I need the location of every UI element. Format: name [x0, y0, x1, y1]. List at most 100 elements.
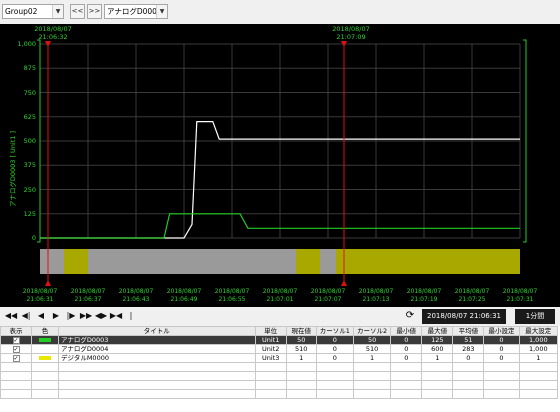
- step-back-button[interactable]: ◀|: [19, 309, 33, 323]
- prev-item-button[interactable]: <<: [70, 4, 85, 19]
- next-item-button[interactable]: >>: [87, 4, 102, 19]
- row-current: 510: [285, 344, 317, 354]
- row-min-setting: 0: [483, 353, 520, 363]
- empty-row: [0, 380, 559, 390]
- cursor1-timestamp: 2018/08/07 21:06:32: [23, 25, 83, 41]
- chevron-down-icon[interactable]: ▼: [52, 5, 63, 18]
- y-axis-bracket-right: [523, 39, 527, 243]
- digital-band-segment: [64, 249, 88, 274]
- table-cell: [352, 380, 392, 390]
- row-cursor2: 510: [352, 344, 392, 354]
- column-header[interactable]: 平均値: [452, 326, 485, 336]
- table-cell: [421, 362, 454, 372]
- column-header[interactable]: カーソル2: [352, 326, 392, 336]
- item-select[interactable]: アナログD0003 ▼: [104, 4, 168, 19]
- table-cell: [0, 389, 33, 399]
- table-cell: [390, 389, 423, 399]
- table-cell: [452, 389, 485, 399]
- table-cell: [31, 335, 59, 345]
- visible-checkbox[interactable]: ✓: [12, 336, 20, 344]
- column-header[interactable]: タイトル: [57, 326, 256, 336]
- row-max-setting: 1,000: [518, 335, 559, 345]
- column-header[interactable]: 現在値: [285, 326, 317, 336]
- y-tick-label: 500: [23, 137, 36, 145]
- table-header-row: 表示色タイトル 単位 現在値 カーソル1 カーソル2 最小値 最大値 平均値 最小設定 最大設定: [0, 326, 559, 336]
- interval-select[interactable]: 1分間: [515, 309, 555, 324]
- cursor2-timestamp: 2018/08/07 21:07:09: [321, 25, 381, 41]
- table-cell: [31, 371, 59, 381]
- table-cell: [483, 380, 520, 390]
- top-toolbar: Group02 ▼ << >> アナログD0003 ▼: [0, 0, 560, 24]
- cursor2-date: 2018/08/07: [332, 25, 370, 33]
- table-cell: [483, 362, 520, 372]
- row-min: 0: [390, 335, 423, 345]
- table-cell: [390, 362, 423, 372]
- digital-band-segment: [296, 249, 320, 274]
- play-button[interactable]: ▶: [49, 309, 63, 323]
- column-header[interactable]: カーソル1: [315, 326, 354, 336]
- group-select[interactable]: Group02 ▼: [2, 4, 64, 19]
- x-tick-label: 2018/08/07 21:07:07: [310, 288, 346, 303]
- x-tick-label: 2018/08/07 21:07:01: [262, 288, 298, 303]
- play-back-button[interactable]: ◀: [34, 309, 48, 323]
- row-current: 50: [285, 335, 317, 345]
- row-max-setting: 1: [518, 353, 559, 363]
- table-cell: [315, 362, 354, 372]
- x-tick-label: 2018/08/07 21:06:49: [166, 288, 202, 303]
- color-swatch[interactable]: [39, 356, 51, 360]
- table-cell: [352, 362, 392, 372]
- color-swatch[interactable]: [39, 338, 51, 342]
- y-axis-bracket-left: [37, 39, 41, 243]
- column-header[interactable]: 最小設定: [483, 326, 520, 336]
- row-unit: Unit2: [254, 344, 287, 354]
- table-cell: [483, 389, 520, 399]
- datetime-display[interactable]: 2018/08/07 21:06:31: [422, 309, 506, 324]
- rewind-fast-button[interactable]: ◀◀: [4, 309, 18, 323]
- table-cell: ✓: [0, 344, 33, 354]
- table-cell: [57, 380, 256, 390]
- column-header[interactable]: 単位: [254, 326, 287, 336]
- x-tick-label: 2018/08/07 21:07:25: [454, 288, 490, 303]
- row-cursor2: 50: [352, 335, 392, 345]
- table-cell: [518, 389, 559, 399]
- cursor1-bottom-marker: [45, 280, 51, 286]
- visible-checkbox[interactable]: ✓: [12, 354, 20, 362]
- table-cell: [0, 371, 33, 381]
- visible-checkbox[interactable]: ✓: [12, 345, 20, 353]
- chevron-down-icon[interactable]: ▼: [156, 5, 167, 18]
- table-cell: [254, 380, 287, 390]
- x-tick-label: 2018/08/07 21:06:37: [70, 288, 106, 303]
- refresh-icon[interactable]: ⟳: [403, 309, 417, 323]
- table-cell: [421, 380, 454, 390]
- table-cell: [352, 389, 392, 399]
- fit-button[interactable]: |◀▶|: [124, 309, 139, 334]
- trend-chart[interactable]: 2018/08/07 21:06:32 2018/08/07 21:07:09 …: [0, 24, 560, 307]
- item-select-value: アナログD0003: [107, 7, 162, 16]
- zoom-in-button[interactable]: ◀▶: [94, 309, 108, 323]
- table-cell: [452, 371, 485, 381]
- row-max: 1: [421, 353, 454, 363]
- table-cell: [421, 389, 454, 399]
- row-max-setting: 1,000: [518, 344, 559, 354]
- column-header[interactable]: 最大設定: [518, 326, 559, 336]
- table-cell: [518, 362, 559, 372]
- table-cell: ✓: [0, 353, 33, 363]
- zoom-out-button[interactable]: ▶◀: [109, 309, 123, 323]
- empty-row: [0, 371, 559, 381]
- row-title: アナログD0004: [57, 344, 256, 354]
- table-row[interactable]: ✓ デジタルM0000 Unit3 1 0 1 0 1 0 0 1: [0, 353, 559, 363]
- step-forward-button[interactable]: |▶: [64, 309, 78, 323]
- column-header[interactable]: 表示: [0, 326, 33, 336]
- table-cell: [0, 362, 33, 372]
- color-swatch[interactable]: [39, 347, 51, 351]
- table-cell: [57, 371, 256, 381]
- forward-fast-button[interactable]: ▶▶: [79, 309, 93, 323]
- column-header[interactable]: 色: [31, 326, 59, 336]
- column-header[interactable]: 最小値: [390, 326, 423, 336]
- column-header[interactable]: 最大値: [421, 326, 454, 336]
- table-cell: [452, 362, 485, 372]
- row-cursor1: 0: [315, 344, 354, 354]
- table-row[interactable]: ✓ アナログD0004 Unit2 510 0 510 0 600 283 0 1,000: [0, 344, 559, 354]
- table-cell: [315, 371, 354, 381]
- table-row[interactable]: ✓ アナログD0003 Unit1 50 0 50 0 125 51 0 1,000: [0, 335, 559, 345]
